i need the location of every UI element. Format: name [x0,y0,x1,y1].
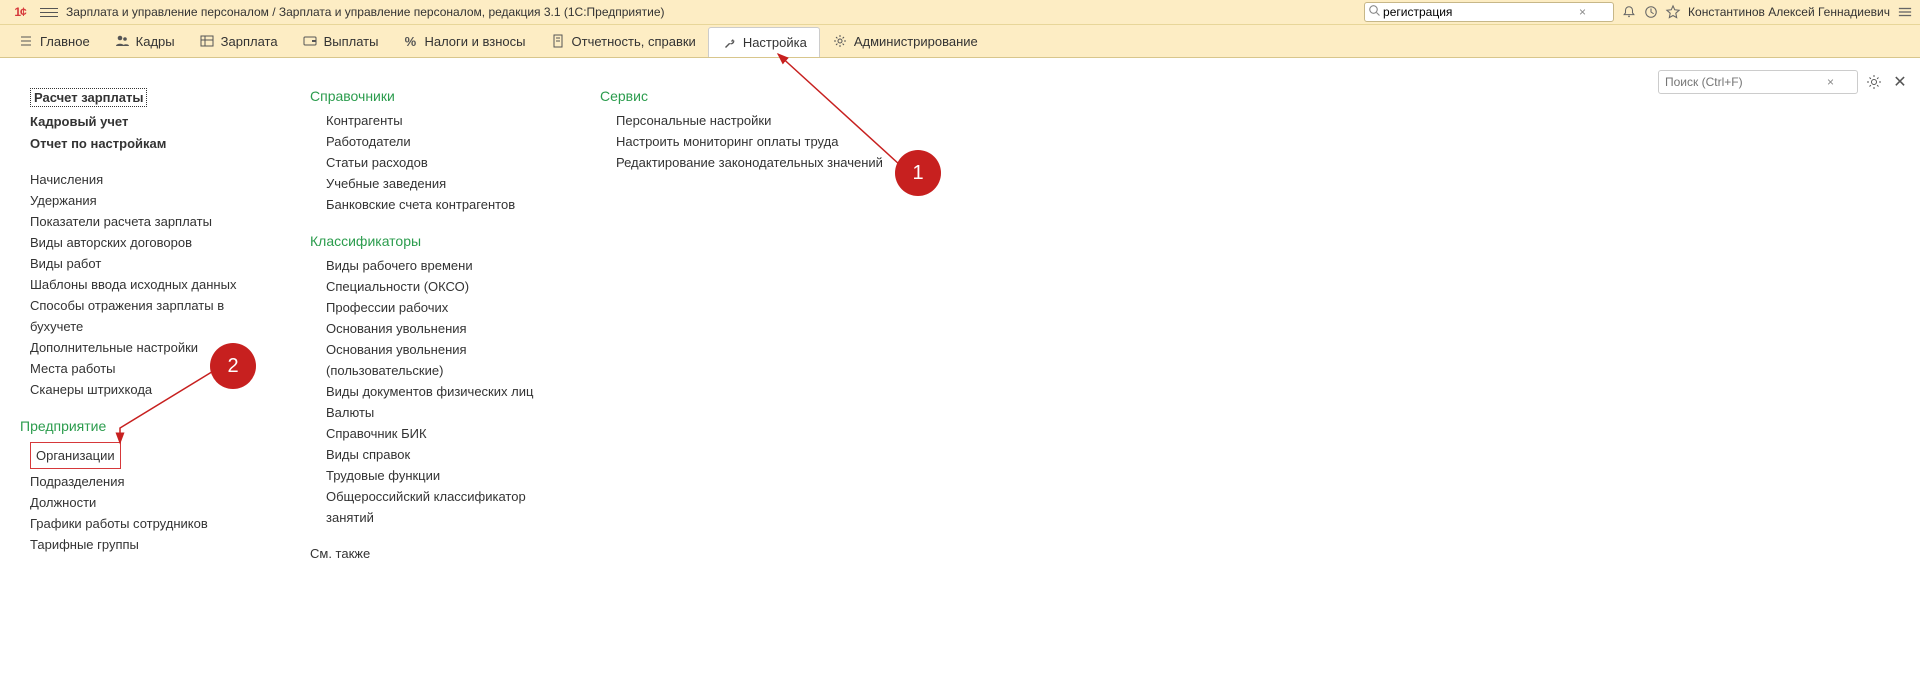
table-icon [199,33,215,49]
local-search-input[interactable] [1663,74,1827,90]
link-dismissal-grounds-user[interactable]: Основания увольнения (пользовательские) [310,339,570,381]
nav-admin[interactable]: Администрирование [820,25,990,57]
callout-1: 1 [895,150,941,196]
nav-zarplata[interactable]: Зарплата [187,25,290,57]
link-payroll-indicators[interactable]: Показатели расчета зарплаты [30,211,280,232]
nav-nalogi[interactable]: % Налоги и взносы [390,25,537,57]
link-tariff-groups[interactable]: Тарифные группы [30,534,280,555]
username-label: Константинов Алексей Геннадиевич [1688,5,1890,19]
link-expense-items[interactable]: Статьи расходов [310,152,570,173]
link-specialties[interactable]: Специальности (ОКСО) [310,276,570,297]
link-worker-professions[interactable]: Профессии рабочих [310,297,570,318]
nav-otchet[interactable]: Отчетность, справки [538,25,708,57]
people-icon [114,33,130,49]
link-bank-accounts[interactable]: Банковские счета контрагентов [310,194,570,215]
section-classifiers: Классификаторы [310,233,570,249]
link-certificate-types[interactable]: Виды справок [310,444,570,465]
title-bar: 1¢ Зарплата и управление персоналом / За… [0,0,1920,25]
history-icon[interactable] [1644,5,1658,19]
percent-icon: % [402,33,418,49]
link-edit-legislative-values[interactable]: Редактирование законодательных значений [600,152,900,173]
nav-admin-label: Администрирование [854,34,978,49]
link-work-schedules[interactable]: Графики работы сотрудников [30,513,280,534]
link-currencies[interactable]: Валюты [310,402,570,423]
link-dismissal-grounds[interactable]: Основания увольнения [310,318,570,339]
nav-otchet-label: Отчетность, справки [572,34,696,49]
nav-nastroika-label: Настройка [743,35,807,50]
local-search-clear-icon[interactable]: × [1827,75,1834,89]
local-search[interactable]: × [1658,70,1858,94]
section-enterprise: Предприятие [20,418,280,434]
link-author-contract-types[interactable]: Виды авторских договоров [30,232,280,253]
global-search[interactable]: × [1364,2,1614,22]
column-1: Расчет зарплаты Кадровый учет Отчет по н… [30,88,280,567]
link-working-time-types[interactable]: Виды рабочего времени [310,255,570,276]
list-icon [18,33,34,49]
link-departments[interactable]: Подразделения [30,471,280,492]
link-accruals[interactable]: Начисления [30,169,280,190]
link-input-templates[interactable]: Шаблоны ввода исходных данных [30,274,280,295]
link-counterparties[interactable]: Контрагенты [310,110,570,131]
menu-icon[interactable] [40,3,58,21]
bell-icon[interactable] [1622,5,1636,19]
clear-search-icon[interactable]: × [1575,5,1590,19]
link-settings-report[interactable]: Отчет по настройкам [30,133,280,155]
link-reflection-methods[interactable]: Способы отражения зарплаты в бухучете [30,295,280,337]
link-deductions[interactable]: Удержания [30,190,280,211]
link-bik-directory[interactable]: Справочник БИК [310,423,570,444]
settings-icon[interactable] [1864,72,1884,92]
global-search-input[interactable] [1381,4,1575,20]
link-employers[interactable]: Работодатели [310,131,570,152]
wallet-icon [302,33,318,49]
gear-icon [832,33,848,49]
main-content: Расчет зарплаты Кадровый учет Отчет по н… [0,58,1920,567]
link-organizations[interactable]: Организации [30,442,121,469]
link-pay-monitoring[interactable]: Настроить мониторинг оплаты труда [600,131,900,152]
nav-kadry[interactable]: Кадры [102,25,187,57]
section-service: Сервис [600,88,900,104]
nav-vyplaty[interactable]: Выплаты [290,25,391,57]
nav-kadry-label: Кадры [136,34,175,49]
app-logo: 1¢ [8,3,32,21]
column-2: Справочники Контрагенты Работодатели Ста… [310,88,570,567]
nav-nalogi-label: Налоги и взносы [424,34,525,49]
link-document-types[interactable]: Виды документов физических лиц [310,381,570,402]
nav-vyplaty-label: Выплаты [324,34,379,49]
nav-main[interactable]: Главное [6,25,102,57]
link-payroll-calc[interactable]: Расчет зарплаты [30,88,147,107]
nav-zarplata-label: Зарплата [221,34,278,49]
link-personal-settings[interactable]: Персональные настройки [600,110,900,131]
column-3: Сервис Персональные настройки Настроить … [600,88,900,567]
star-icon[interactable] [1666,5,1680,19]
link-positions[interactable]: Должности [30,492,280,513]
link-labor-functions[interactable]: Трудовые функции [310,465,570,486]
document-icon [550,33,566,49]
callout-2: 2 [210,343,256,389]
link-kadr-accounting[interactable]: Кадровый учет [30,111,280,133]
link-occupation-classifier[interactable]: Общероссийский классификатор занятий [310,486,570,528]
search-icon [1369,5,1381,20]
content-toolbar: × ✕ [1658,70,1910,94]
link-educational-institutions[interactable]: Учебные заведения [310,173,570,194]
section-references: Справочники [310,88,570,104]
link-work-types[interactable]: Виды работ [30,253,280,274]
app-title: Зарплата и управление персоналом / Зарпл… [66,5,665,19]
wrench-icon [721,35,737,51]
nav-nastroika[interactable]: Настройка [708,27,820,57]
window-options-icon[interactable] [1898,5,1912,19]
close-icon[interactable]: ✕ [1890,72,1910,92]
nav-main-label: Главное [40,34,90,49]
nav-bar: Главное Кадры Зарплата Выплаты % Налоги … [0,25,1920,58]
section-see-also: См. также [310,546,570,561]
